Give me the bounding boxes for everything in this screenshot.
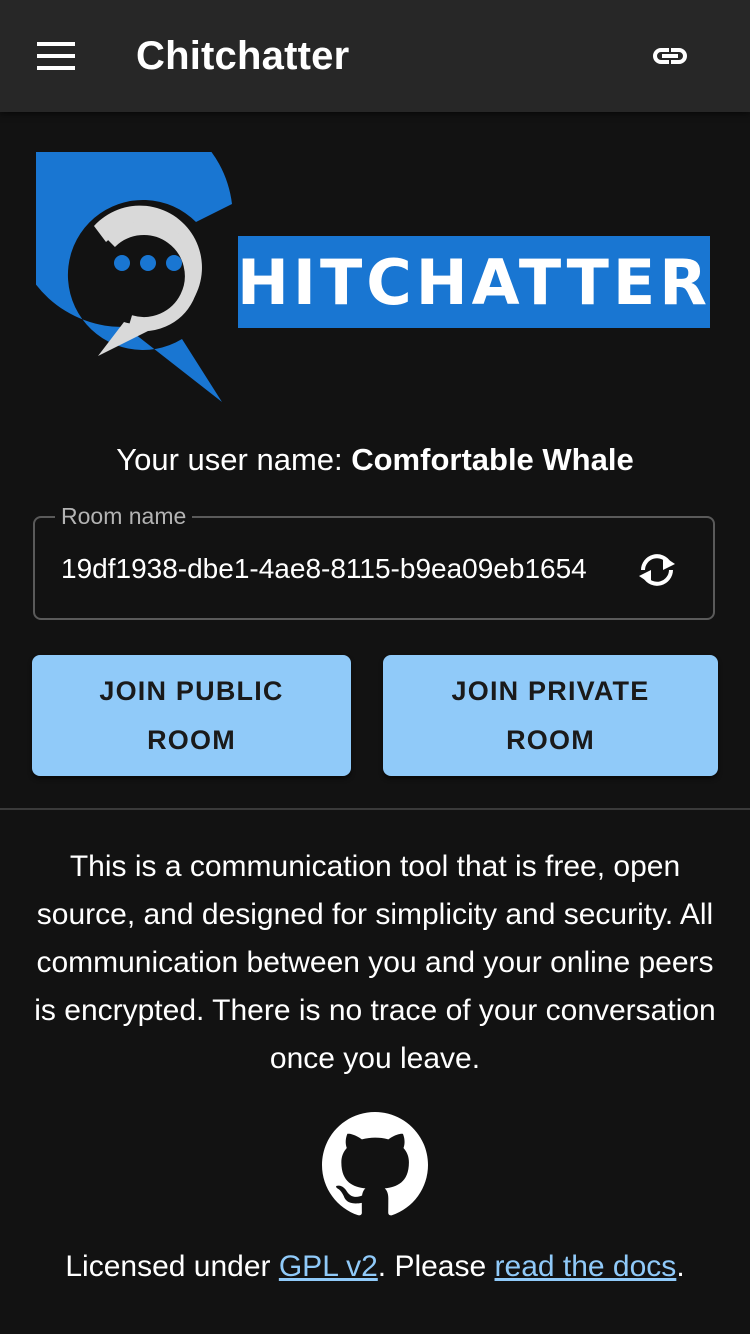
sync-icon <box>639 554 675 586</box>
room-name-input[interactable] <box>61 546 621 592</box>
app-description: This is a communication tool that is fre… <box>34 850 716 1075</box>
read-docs-link[interactable]: read the docs <box>495 1250 677 1283</box>
regenerate-room-button[interactable] <box>629 542 685 598</box>
room-name-label: Room name <box>55 502 193 530</box>
gpl-license-link[interactable]: GPL v2 <box>279 1250 378 1283</box>
join-public-room-button[interactable]: JOIN PUBLIC ROOM <box>32 655 351 776</box>
hamburger-menu-icon <box>37 42 75 70</box>
logo-wordmark: HITCHATTER <box>237 236 710 328</box>
app-title: Chitchatter <box>136 34 350 78</box>
app-bar: Chitchatter <box>0 0 750 112</box>
license-line: Licensed under GPL v2. Please read the d… <box>0 1243 750 1291</box>
github-link[interactable] <box>322 1112 428 1218</box>
divider <box>0 808 750 810</box>
license-prefix: Licensed under <box>65 1250 279 1283</box>
license-middle: . Please <box>377 1250 495 1283</box>
user-name-line: Your user name: Comfortable Whale <box>0 436 750 484</box>
user-name: Comfortable Whale <box>351 442 634 477</box>
join-private-room-button[interactable]: JOIN PRIVATE ROOM <box>383 655 718 776</box>
menu-button[interactable] <box>26 26 86 86</box>
license-suffix: . <box>676 1250 685 1283</box>
user-name-prefix: Your user name: <box>116 442 352 477</box>
link-icon <box>653 48 687 64</box>
copy-link-button[interactable] <box>640 26 700 86</box>
github-icon <box>322 1112 428 1216</box>
room-name-field: Room name <box>33 502 715 620</box>
